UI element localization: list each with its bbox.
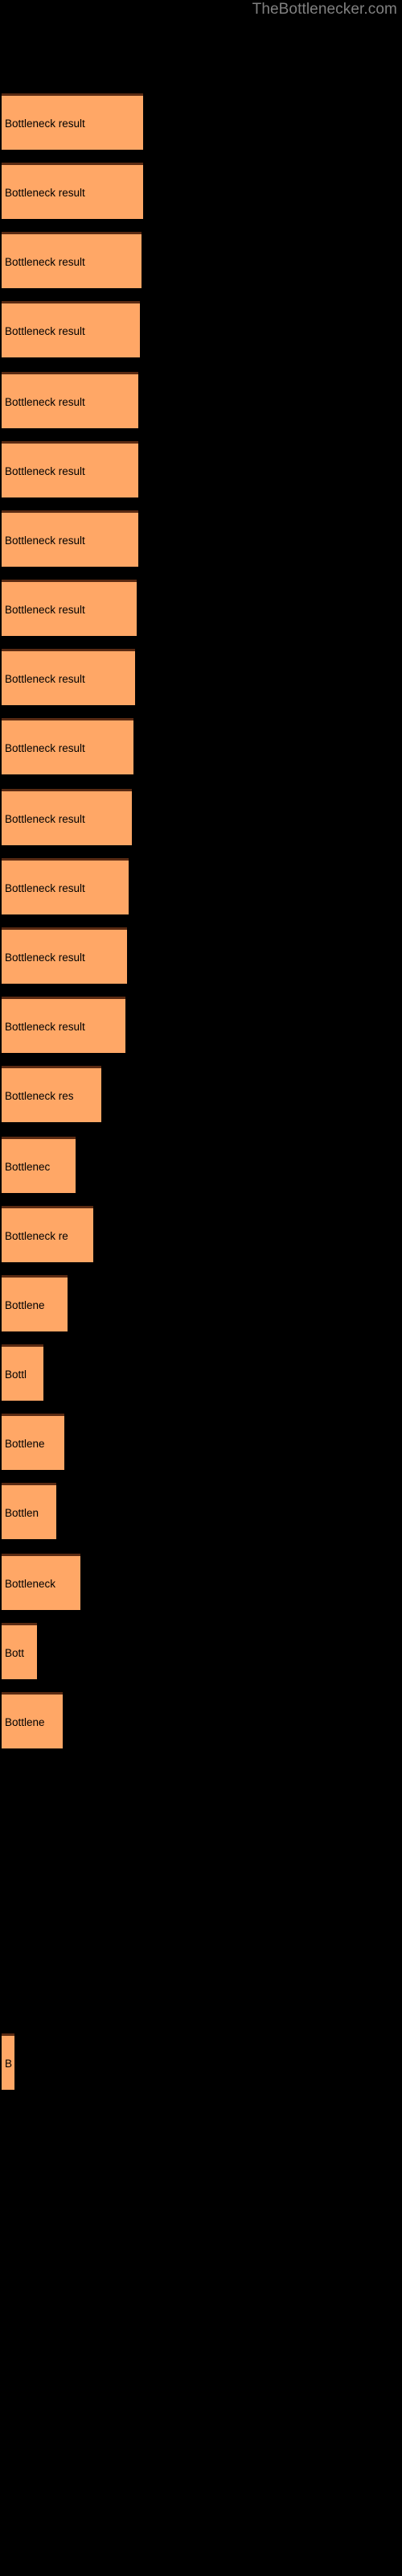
bar-3: Bottleneck result [2,232,142,288]
bar-label: Bottleneck result [5,951,85,964]
bar-23: Bott [2,1623,37,1679]
bar-label: Bott [5,1646,25,1659]
bar-label: Bottleneck result [5,186,85,199]
bar-14: Bottleneck result [2,997,125,1053]
bar-8: Bottleneck result [2,580,137,636]
bar-label: B [5,2057,13,2070]
bar-label: Bottl [5,1368,27,1381]
bar-11: Bottleneck result [2,789,132,845]
bar-label: Bottleneck result [5,255,85,268]
bar-label: Bottlene [5,1715,45,1728]
bar-18: Bottlene [2,1275,68,1331]
bar-6: Bottleneck result [2,441,138,497]
bar-label: Bottleneck result [5,881,85,894]
bar-label: Bottleneck res [5,1089,74,1102]
bar-16: Bottlenec [2,1137,76,1193]
bar-label: Bottlene [5,1298,45,1311]
bar-1: Bottleneck result [2,93,143,150]
bar-13: Bottleneck result [2,927,127,984]
bar-label: Bottleneck result [5,324,85,337]
bar-label: Bottleneck result [5,1020,85,1033]
bar-label: Bottlene [5,1437,45,1450]
bar-22: Bottleneck [2,1554,80,1610]
bar-label: Bottleneck result [5,117,85,130]
bottleneck-chart: TheBottlenecker.com Bottleneck result Bot… [0,0,402,2576]
bar-12: Bottleneck result [2,858,129,914]
bar-label: Bottleneck result [5,741,85,754]
bar-24: Bottlene [2,1692,63,1748]
bar-7: Bottleneck result [2,510,138,567]
bar-10: Bottleneck result [2,718,133,774]
bar-4: Bottleneck result [2,301,140,357]
bar-9: Bottleneck result [2,649,135,705]
bar-label: Bottleneck result [5,534,85,547]
bar-label: Bottleneck result [5,672,85,685]
bar-label: Bottlen [5,1506,39,1519]
bar-label: Bottleneck re [5,1229,68,1242]
bar-label: Bottleneck result [5,812,85,825]
bar-label: Bottlenec [5,1160,51,1173]
bar-label: Bottleneck result [5,464,85,477]
bar-5: Bottleneck result [2,372,138,428]
bar-21: Bottlen [2,1483,56,1539]
bar-2: Bottleneck result [2,163,143,219]
bar-20: Bottlene [2,1414,64,1470]
bar-17: Bottleneck re [2,1206,93,1262]
bar-label: Bottleneck result [5,603,85,616]
bar-label: Bottleneck [5,1577,56,1590]
bar-label: Bottleneck result [5,395,85,408]
bar-series: Bottleneck result Bottleneck result Bottle… [0,0,402,2576]
bar-25: B [2,2033,14,2090]
bar-19: Bottl [2,1344,43,1401]
bar-15: Bottleneck res [2,1066,101,1122]
